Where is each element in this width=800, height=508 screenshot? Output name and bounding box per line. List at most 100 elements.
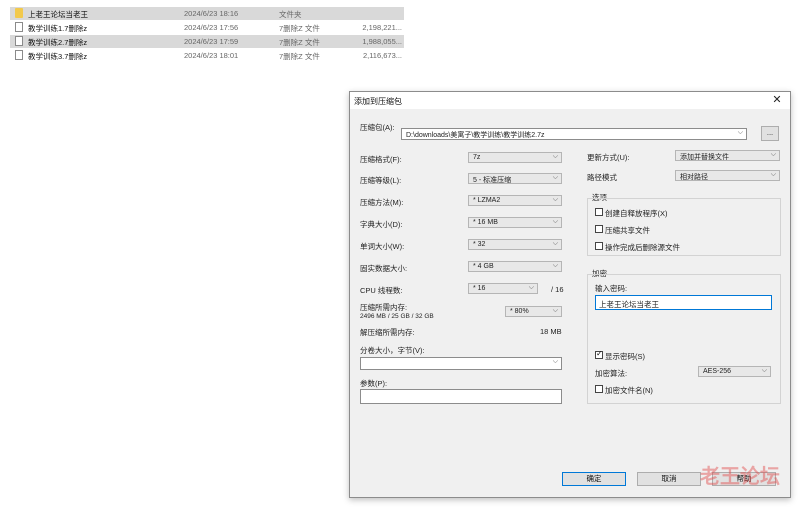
file-icon xyxy=(15,22,23,32)
file-type: 文件夹 xyxy=(279,10,302,19)
folder-icon xyxy=(15,8,23,18)
format-value: 7z xyxy=(473,154,481,161)
format-label: 压缩格式(F): xyxy=(360,155,402,164)
update-value: 添加并替换文件 xyxy=(680,154,729,161)
chevron-down-icon: ⌵ xyxy=(552,196,558,203)
delete-source-checkbox[interactable] xyxy=(595,242,603,250)
volume-combo[interactable]: ⌵ xyxy=(360,357,562,370)
chevron-down-icon: ⌵ xyxy=(552,218,558,225)
password-input[interactable]: 上老王论坛当老王 xyxy=(595,295,772,310)
mem-label: 压缩所需内存: xyxy=(360,303,408,312)
dialog-title: 添加到压缩包 xyxy=(354,97,402,106)
file-name: 上老王论坛当老王 xyxy=(28,10,88,19)
file-row[interactable]: 教学训练1.7删除z 2024/6/23 17:56 7删除Z 文件 2,198… xyxy=(10,21,404,34)
file-type: 7删除Z 文件 xyxy=(279,52,320,61)
level-value: 5 - 标准压缩 xyxy=(473,177,512,184)
chevron-down-icon: ⌵ xyxy=(770,151,776,158)
enc-method-select[interactable]: AES-256 ⌵ xyxy=(698,366,771,377)
chevron-down-icon: ⌵ xyxy=(528,284,534,291)
encrypt-names-label: 加密文件名(N) xyxy=(605,386,653,395)
params-input[interactable] xyxy=(360,389,562,404)
file-size: 1,988,055... xyxy=(362,37,402,46)
path-mode-label: 路径模式 xyxy=(587,173,617,182)
file-type: 7删除Z 文件 xyxy=(279,24,320,33)
cpu-select[interactable]: * 16 ⌵ xyxy=(468,283,538,294)
file-name: 教学训练2.7删除z xyxy=(28,38,88,47)
decomp-label: 解压缩所需内存: xyxy=(360,328,415,337)
delete-source-label: 操作完成后删除源文件 xyxy=(605,243,680,252)
checkmark-icon: ✓ xyxy=(596,349,603,358)
add-to-archive-dialog: 添加到压缩包 ✕ 压缩包(A): D:\downloads\美寓子\教学训练\教… xyxy=(349,91,791,498)
level-select[interactable]: 5 - 标准压缩 ⌵ xyxy=(468,173,562,184)
decomp-value: 18 MB xyxy=(540,327,562,336)
cancel-button[interactable]: 取消 xyxy=(637,472,701,486)
chevron-down-icon: ⌵ xyxy=(552,174,558,181)
watermark-text: 老王论坛 xyxy=(700,466,780,488)
file-row[interactable]: 教学训练3.7删除z 2024/6/23 18:01 7删除Z 文件 2,116… xyxy=(10,49,404,62)
cpu-max: / 16 xyxy=(551,285,564,294)
shared-label: 压缩共享文件 xyxy=(605,226,650,235)
file-date: 2024/6/23 17:59 xyxy=(184,37,239,46)
chevron-down-icon: ⌵ xyxy=(761,367,767,374)
archive-label: 压缩包(A): xyxy=(360,123,395,132)
level-label: 压缩等级(L): xyxy=(360,176,402,185)
file-row[interactable]: 教学训练2.7删除z 2024/6/23 17:59 7删除Z 文件 1,988… xyxy=(10,35,404,48)
password-value: 上老王论坛当老王 xyxy=(599,300,659,309)
word-label: 单词大小(W): xyxy=(360,242,405,251)
mem-percent-value: * 80% xyxy=(510,308,529,315)
file-size: 2,198,221... xyxy=(362,23,402,32)
enc-method-label: 加密算法: xyxy=(595,369,628,378)
cpu-label: CPU 线程数: xyxy=(360,286,403,295)
show-password-checkbox[interactable]: ✓ xyxy=(595,349,603,359)
file-row[interactable]: 上老王论坛当老王 2024/6/23 18:16 文件夹 xyxy=(10,7,404,20)
file-name: 教学训练3.7删除z xyxy=(28,52,88,61)
volume-label: 分卷大小，字节(V): xyxy=(360,346,425,355)
dict-select[interactable]: * 16 MB ⌵ xyxy=(468,217,562,228)
chevron-down-icon: ⌵ xyxy=(552,262,558,269)
chevron-down-icon: ⌵ xyxy=(770,171,776,178)
shared-checkbox[interactable] xyxy=(595,225,603,233)
file-icon xyxy=(15,50,23,60)
ok-button[interactable]: 确定 xyxy=(562,472,626,486)
method-value: * LZMA2 xyxy=(473,197,501,204)
solid-select[interactable]: * 4 GB ⌵ xyxy=(468,261,562,272)
show-password-label: 显示密码(S) xyxy=(605,352,645,361)
browse-button[interactable]: ... xyxy=(761,126,779,141)
file-name: 教学训练1.7删除z xyxy=(28,24,88,33)
solid-value: * 4 GB xyxy=(473,263,494,270)
method-label: 压缩方法(M): xyxy=(360,198,404,207)
mem-percent-select[interactable]: * 80% ⌵ xyxy=(505,306,562,317)
solid-label: 固实数据大小: xyxy=(360,264,408,273)
chevron-down-icon: ⌵ xyxy=(552,240,558,247)
file-date: 2024/6/23 18:01 xyxy=(184,51,239,60)
close-icon[interactable]: ✕ xyxy=(770,93,784,106)
file-size: 2,116,673... xyxy=(362,51,402,60)
params-label: 参数(P): xyxy=(360,379,388,388)
chevron-down-icon: ⌵ xyxy=(552,307,558,314)
dict-label: 字典大小(D): xyxy=(360,220,403,229)
sfx-checkbox[interactable] xyxy=(595,208,603,216)
chevron-down-icon: ⌵ xyxy=(552,153,558,160)
file-date: 2024/6/23 18:16 xyxy=(184,9,239,18)
file-type: 7删除Z 文件 xyxy=(279,38,320,47)
mem-detail: 2496 MB / 25 GB / 32 GB xyxy=(360,313,434,320)
password-label: 输入密码: xyxy=(595,284,628,293)
encrypt-names-checkbox[interactable] xyxy=(595,385,603,393)
path-mode-value: 相对路径 xyxy=(680,174,708,181)
chevron-down-icon: ⌵ xyxy=(552,358,558,365)
archive-path-combo[interactable]: D:\downloads\美寓子\教学训练\教学训练2.7z ⌵ xyxy=(401,128,747,140)
method-select[interactable]: * LZMA2 ⌵ xyxy=(468,195,562,206)
file-icon xyxy=(15,36,23,46)
sfx-label: 创建自释放程序(X) xyxy=(605,209,668,218)
format-select[interactable]: 7z ⌵ xyxy=(468,152,562,163)
archive-path-value: D:\downloads\美寓子\教学训练\教学训练2.7z xyxy=(406,132,545,139)
file-date: 2024/6/23 17:56 xyxy=(184,23,239,32)
update-label: 更新方式(U): xyxy=(587,153,630,162)
enc-method-value: AES-256 xyxy=(703,368,732,375)
chevron-down-icon: ⌵ xyxy=(737,129,743,136)
update-select[interactable]: 添加并替换文件 ⌵ xyxy=(675,150,780,161)
word-select[interactable]: * 32 ⌵ xyxy=(468,239,562,250)
dialog-titlebar: 添加到压缩包 ✕ xyxy=(350,92,790,109)
dict-value: * 16 MB xyxy=(473,219,498,226)
path-mode-select[interactable]: 相对路径 ⌵ xyxy=(675,170,780,181)
